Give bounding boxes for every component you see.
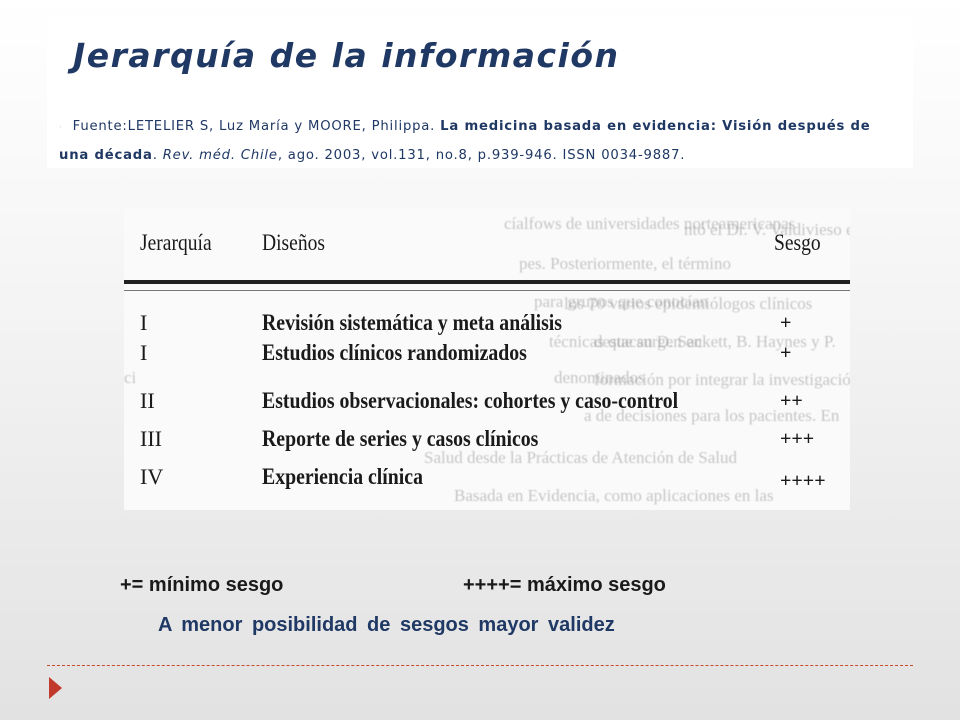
conclusion-text: A menor posibilidad de sesgos mayor vali…	[158, 614, 615, 636]
row-level: III	[140, 426, 162, 451]
row-level: I	[140, 310, 148, 335]
legend-max: ++++= máximo sesgo	[463, 574, 666, 596]
header-bias: Sesgo	[774, 230, 821, 255]
header-design: Diseños	[262, 230, 326, 255]
title-panel: Jerarquía de la información · Fuente:LET…	[47, 16, 913, 168]
citation: · Fuente:LETELIER S, Luz María y MOORE, …	[59, 113, 905, 169]
citation-details: , ago. 2003, vol.131, no.8, p.939-946. I…	[277, 148, 686, 163]
arrow-right-icon	[49, 677, 62, 699]
row-bias: ++	[780, 390, 803, 412]
citation-authors: Fuente:LETELIER S, Luz María y MOORE, Ph…	[72, 119, 441, 134]
row-level: I	[140, 340, 148, 365]
citation-bullet: ·	[59, 123, 63, 133]
row-bias: +	[780, 312, 792, 334]
header-rule	[124, 280, 850, 284]
row-level: IV	[140, 464, 164, 489]
header-rule-thin	[124, 290, 850, 291]
slide-title: Jerarquía de la información	[73, 36, 620, 75]
header-level: Jerarquía	[140, 230, 212, 255]
row-bias: +	[780, 342, 792, 364]
row-bias: +++	[780, 428, 815, 450]
footer-divider	[47, 665, 913, 666]
row-design: Experiencia clínica	[262, 464, 423, 489]
row-design: Reporte de series y casos clínicos	[262, 426, 539, 451]
row-bias: ++++	[780, 470, 826, 492]
citation-journal: Rev. méd. Chile	[162, 148, 278, 163]
legend-min: += mínimo sesgo	[120, 574, 284, 596]
row-level: II	[140, 388, 155, 413]
hierarchy-table-image: cíalfo​ws de universidades norteamerican…	[124, 208, 850, 510]
row-design: Revisión sistemática y meta análisis	[262, 310, 562, 335]
row-design: Estudios clínicos randomizados	[262, 340, 527, 365]
row-design: Estudios observacionales: cohortes y cas…	[262, 388, 679, 413]
citation-separator: .	[152, 148, 163, 163]
